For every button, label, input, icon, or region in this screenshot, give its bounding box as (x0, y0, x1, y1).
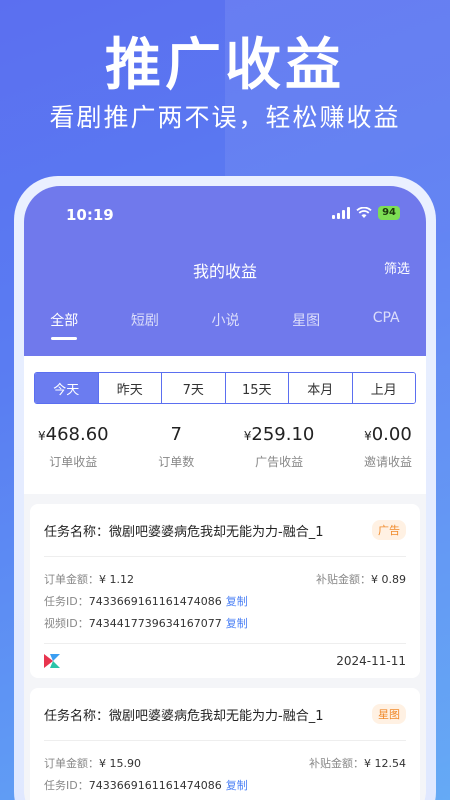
order-card[interactable]: 任务名称：微剧吧婆婆病危我却无能为力-融合_1 星图 订单金额：¥ 15.90 … (30, 688, 420, 800)
card-date: 2024-11-11 (336, 654, 406, 668)
task-id: 7433669161161474086 (88, 595, 222, 608)
card-details: 订单金额：¥ 15.90 补贴金额：¥ 12.54 任务ID：743366916… (44, 741, 406, 800)
stat-invite-income: ¥0.00 邀请收益 (364, 424, 412, 470)
period-yesterday[interactable]: 昨天 (98, 373, 162, 403)
card-title: 任务名称：微剧吧婆婆病危我却无能为力-融合_1 星图 (44, 704, 406, 741)
task-name: 微剧吧婆婆病危我却无能为力-融合_1 (109, 708, 324, 724)
task-name: 微剧吧婆婆病危我却无能为力-融合_1 (109, 524, 324, 540)
stat-order-income: ¥468.60 订单收益 (38, 424, 109, 470)
app-logo-icon (44, 654, 60, 668)
period-this-month[interactable]: 本月 (289, 373, 353, 403)
card-footer: 2024-11-11 (44, 644, 406, 668)
task-label: 任务名称： (44, 708, 110, 724)
badge-ad: 广告 (372, 520, 406, 540)
card-details: 订单金额：¥ 1.12 补贴金额：¥ 0.89 任务ID：74336691611… (44, 557, 406, 644)
phone-screen: 10:19 94 我的收益 筛选 全部 短剧 小说 星图 CPA 今天 昨天 7… (24, 186, 426, 800)
stat-order-count: 7 订单数 (158, 424, 194, 470)
promo-subtitle: 看剧推广两不误，轻松赚收益 (49, 103, 401, 132)
subsidy-amount: ¥ 0.89 (371, 573, 406, 586)
tab-short-drama[interactable]: 短剧 (131, 310, 159, 340)
signal-icon (332, 207, 351, 219)
stat-label: 邀请收益 (363, 455, 412, 469)
status-icons: 94 (332, 206, 400, 220)
order-list: 任务名称：微剧吧婆婆病危我却无能为力-融合_1 广告 订单金额：¥ 1.12 补… (24, 494, 426, 800)
header: 10:19 94 我的收益 筛选 全部 短剧 小说 星图 CPA (24, 186, 426, 356)
period-7days[interactable]: 7天 (162, 373, 226, 403)
promo-title: 推广收益 (105, 33, 345, 98)
card-title: 任务名称：微剧吧婆婆病危我却无能为力-融合_1 广告 (44, 520, 406, 557)
stat-label: 订单数 (158, 455, 195, 469)
period-15days[interactable]: 15天 (225, 373, 289, 403)
copy-task-id-button[interactable]: 复制 (226, 779, 248, 792)
stat-value: 7 (170, 424, 182, 445)
amount-row: 订单金额：¥ 15.90 补贴金额：¥ 12.54 (44, 753, 406, 775)
copy-task-id-button[interactable]: 复制 (226, 595, 248, 608)
subsidy-label: 补贴金额： (316, 573, 371, 586)
stat-label: 订单收益 (49, 455, 98, 469)
filter-button[interactable]: 筛选 (384, 258, 410, 277)
order-amount-label: 订单金额： (44, 757, 99, 770)
stat-value: 468.60 (45, 424, 109, 445)
tab-star-map[interactable]: 星图 (292, 310, 320, 340)
status-time: 10:19 (66, 206, 114, 224)
subsidy-label: 补贴金额： (309, 757, 364, 770)
tab-cpa[interactable]: CPA (373, 310, 400, 340)
badge-star-map: 星图 (372, 704, 406, 724)
stat-value: 259.10 (251, 424, 315, 445)
order-amount-label: 订单金额： (44, 573, 99, 586)
order-card[interactable]: 任务名称：微剧吧婆婆病危我却无能为力-融合_1 广告 订单金额：¥ 1.12 补… (30, 504, 420, 678)
stat-value: 0.00 (371, 424, 412, 445)
currency-symbol: ¥ (38, 429, 46, 443)
amount-row: 订单金额：¥ 1.12 补贴金额：¥ 0.89 (44, 569, 406, 591)
task-id-label: 任务ID： (44, 779, 89, 792)
task-id: 7433669161161474086 (88, 779, 222, 792)
phone-frame: 10:19 94 我的收益 筛选 全部 短剧 小说 星图 CPA 今天 昨天 7… (14, 176, 436, 800)
wifi-icon (356, 207, 372, 218)
order-amount: ¥ 15.90 (99, 757, 141, 770)
video-id-label: 视频ID： (44, 617, 89, 630)
order-amount: ¥ 1.12 (99, 573, 134, 586)
tab-novel[interactable]: 小说 (212, 310, 240, 340)
period-last-month[interactable]: 上月 (352, 373, 415, 403)
task-id-row: 任务ID：7433669161161474086 复制 (44, 591, 406, 613)
subsidy-amount: ¥ 12.54 (364, 757, 406, 770)
task-id-label: 任务ID： (44, 595, 89, 608)
stats-row: ¥468.60 订单收益 7 订单数 ¥259.10 广告收益 ¥0.00 邀请… (34, 404, 416, 484)
tab-all[interactable]: 全部 (50, 310, 78, 340)
task-label: 任务名称： (44, 524, 110, 540)
stat-ad-income: ¥259.10 广告收益 (244, 424, 315, 470)
period-selector: 今天 昨天 7天 15天 本月 上月 (34, 372, 416, 404)
copy-video-id-button[interactable]: 复制 (226, 617, 248, 630)
task-id-row: 任务ID：7433669161161474086 复制 (44, 775, 406, 797)
battery-icon: 94 (378, 206, 400, 220)
currency-symbol: ¥ (364, 429, 372, 443)
summary-panel: 今天 昨天 7天 15天 本月 上月 ¥468.60 订单收益 7 订单数 ¥2… (24, 356, 426, 494)
page-title: 我的收益 (192, 262, 257, 281)
video-id-row: 视频ID：7434417739634167077 复制 (44, 613, 406, 635)
video-id: 7434417739634167077 (88, 617, 222, 630)
stat-label: 广告收益 (255, 455, 304, 469)
period-today[interactable]: 今天 (35, 373, 99, 403)
category-tabs: 全部 短剧 小说 星图 CPA (24, 310, 426, 340)
